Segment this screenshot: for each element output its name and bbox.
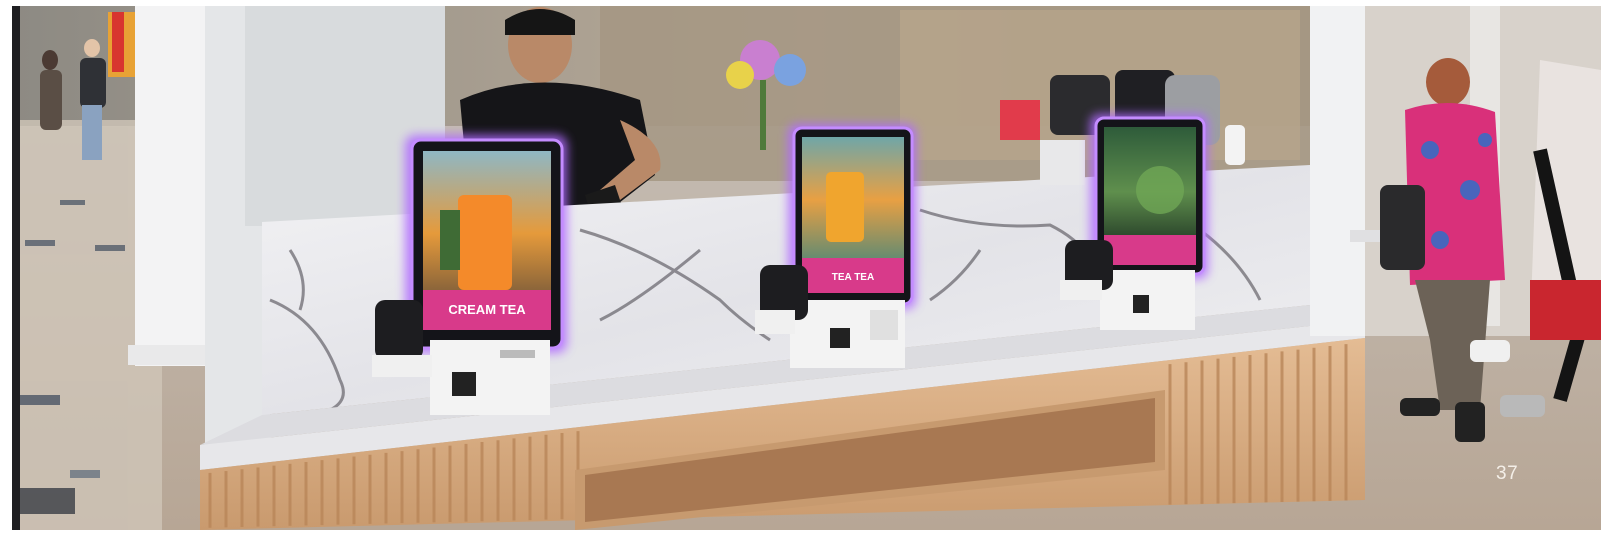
photo-frame: CREAM TEA TEA TEA (12, 6, 1601, 530)
page-number: 37 (1496, 463, 1519, 484)
kiosk-pillar-left (135, 6, 205, 366)
kiosk-2-label: TEA TEA (832, 272, 874, 283)
kiosk-photo: CREAM TEA TEA TEA (0, 0, 1601, 544)
kiosk-pillar-right (1310, 6, 1365, 336)
kiosk-1-label: CREAM TEA (448, 302, 526, 317)
kiosk-3-banner (1104, 235, 1196, 265)
kiosk-1-card-reader (375, 300, 423, 360)
